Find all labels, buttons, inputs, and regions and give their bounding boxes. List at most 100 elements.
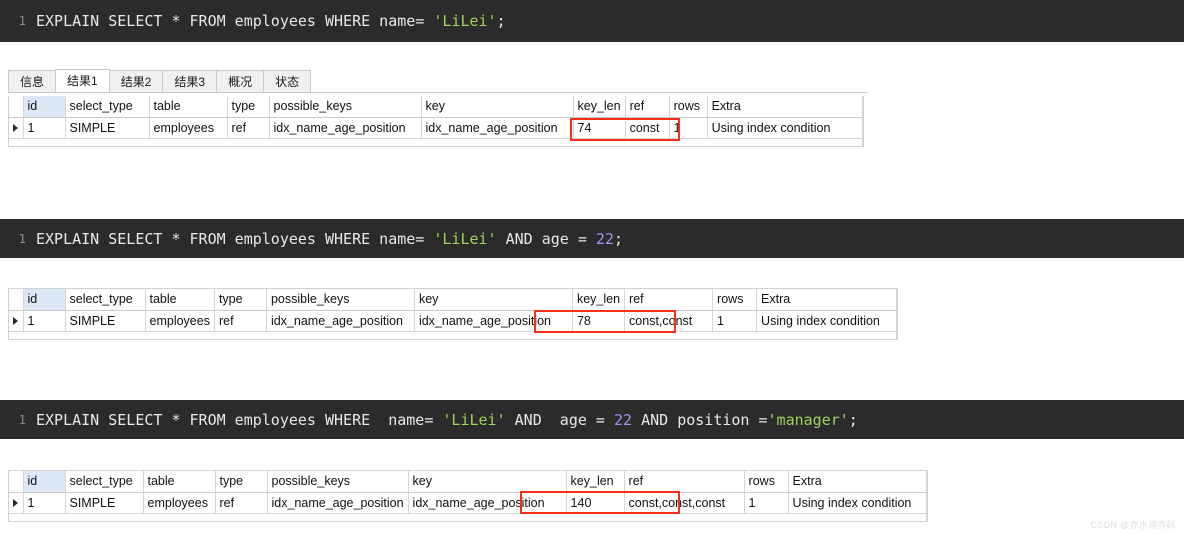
column-header-id[interactable]: id [23,289,66,311]
cell-key-len[interactable]: 74 [573,117,626,139]
cell-type[interactable]: ref [227,117,270,139]
column-header-table[interactable]: table [149,96,228,118]
column-header-rows[interactable]: rows [712,289,758,311]
column-header-select-type[interactable]: select_type [65,96,150,118]
explain-result-grid-2[interactable]: id select_type table type possible_keys … [8,288,899,340]
triangle-right-icon [13,317,19,326]
grid-empty-space [9,513,927,521]
column-header-table[interactable]: table [143,471,216,493]
column-header-extra[interactable]: Extra [707,96,863,118]
sql-code-block-3[interactable]: 1 EXPLAIN SELECT * FROM employees WHERE … [0,400,1184,439]
cell-key[interactable]: idx_name_age_position [408,492,567,514]
cell-rows[interactable]: 1 [712,310,758,332]
column-header-possible-keys[interactable]: possible_keys [269,96,422,118]
sql-keyword-text-2: AND age = [505,410,614,429]
grid-empty-space [9,138,863,146]
line-number: 1 [18,411,26,427]
sql-string-literal: 'LiLei' [433,229,497,248]
cell-select-type[interactable]: SIMPLE [65,310,146,332]
sql-code-block-2[interactable]: 1 EXPLAIN SELECT * FROM employees WHERE … [0,219,1184,258]
tab-profile[interactable]: 概况 [216,70,265,92]
column-header-key-len[interactable]: key_len [573,96,626,118]
explain-table: id select_type table type possible_keys … [9,289,898,339]
column-header-id[interactable]: id [23,471,66,493]
column-header-possible-keys[interactable]: possible_keys [266,289,415,311]
column-header-ref[interactable]: ref [624,289,714,311]
column-header-possible-keys[interactable]: possible_keys [267,471,409,493]
cell-ref[interactable]: const [625,117,670,139]
cell-table[interactable]: employees [145,310,215,332]
cell-key[interactable]: idx_name_age_position [421,117,574,139]
table-header-row: id select_type table type possible_keys … [9,471,927,493]
triangle-right-icon [13,499,19,508]
cell-select-type[interactable]: SIMPLE [65,117,150,139]
column-header-extra[interactable]: Extra [756,289,898,311]
cell-rows[interactable]: 1 [744,492,789,514]
table-row[interactable]: 1 SIMPLE employees ref idx_name_age_posi… [9,117,863,139]
sql-terminator: ; [496,12,506,30]
cell-possible-keys[interactable]: idx_name_age_position [266,310,415,332]
tab-result-3[interactable]: 结果3 [162,70,218,92]
sql-keyword-text: EXPLAIN SELECT * FROM employees WHERE na… [36,410,443,429]
table-row[interactable]: 1 SIMPLE employees ref idx_name_age_posi… [9,492,927,514]
tab-result-1[interactable]: 结果1 [55,69,110,92]
column-header-type[interactable]: type [227,96,270,118]
column-header-select-type[interactable]: select_type [65,289,146,311]
tab-result-2[interactable]: 结果2 [108,70,164,92]
sql-number-literal: 22 [595,229,614,248]
column-header-extra[interactable]: Extra [788,471,927,493]
column-header-id[interactable]: id [23,96,66,118]
sql-keyword-text-2: AND age = [496,229,596,248]
tab-info[interactable]: 信息 [8,70,57,92]
sql-keyword-text: EXPLAIN SELECT * FROM employees WHERE na… [36,229,434,248]
cell-extra[interactable]: Using index condition [788,492,927,514]
cell-id[interactable]: 1 [23,492,66,514]
cell-key[interactable]: idx_name_age_position [414,310,573,332]
column-header-ref[interactable]: ref [625,96,670,118]
column-header-key-len[interactable]: key_len [572,289,626,311]
explain-result-grid-3[interactable]: id select_type table type possible_keys … [8,470,928,522]
cell-extra[interactable]: Using index condition [707,117,863,139]
cell-ref[interactable]: const,const,const [624,492,745,514]
cell-key-len[interactable]: 78 [572,310,626,332]
column-header-table[interactable]: table [145,289,215,311]
column-header-type[interactable]: type [214,289,267,311]
cell-table[interactable]: employees [143,492,216,514]
table-row[interactable]: 1 SIMPLE employees ref idx_name_age_posi… [9,310,898,332]
column-header-rows[interactable]: rows [669,96,708,118]
cell-key-len[interactable]: 140 [566,492,625,514]
tab-status[interactable]: 状态 [263,70,312,92]
sql-code-block-1[interactable]: 1 EXPLAIN SELECT * FROM employees WHERE … [0,0,1184,42]
column-header-key[interactable]: key [408,471,567,493]
cell-id[interactable]: 1 [23,310,66,332]
sql-keyword-text-3: AND position = [632,410,768,429]
column-header-key-len[interactable]: key_len [566,471,625,493]
cell-ref[interactable]: const,const [624,310,714,332]
cell-id[interactable]: 1 [23,117,66,139]
explain-result-grid-1[interactable]: id select_type table type possible_keys … [8,96,864,147]
sql-string-literal: 'LiLei' [433,12,497,30]
cell-type[interactable]: ref [214,310,267,332]
column-header-key[interactable]: key [421,96,574,118]
sql-statement-2: EXPLAIN SELECT * FROM employees WHERE na… [36,229,1184,249]
cell-table[interactable]: employees [149,117,228,139]
cell-possible-keys[interactable]: idx_name_age_position [269,117,422,139]
row-marker-header [9,96,24,118]
row-marker-header [9,471,24,493]
grid-empty-space [9,331,898,339]
current-row-marker [9,117,24,139]
row-marker-header [9,289,24,311]
column-header-key[interactable]: key [414,289,573,311]
current-row-marker [9,310,24,332]
line-number: 1 [18,230,26,246]
cell-select-type[interactable]: SIMPLE [65,492,144,514]
cell-possible-keys[interactable]: idx_name_age_position [267,492,409,514]
column-header-ref[interactable]: ref [624,471,745,493]
column-header-type[interactable]: type [215,471,268,493]
cell-type[interactable]: ref [215,492,268,514]
cell-extra[interactable]: Using index condition [756,310,898,332]
result-tabs[interactable]: 信息 结果1 结果2 结果3 概况 状态 [8,69,868,93]
column-header-rows[interactable]: rows [744,471,789,493]
column-header-select-type[interactable]: select_type [65,471,144,493]
cell-rows[interactable]: 1 [669,117,708,139]
